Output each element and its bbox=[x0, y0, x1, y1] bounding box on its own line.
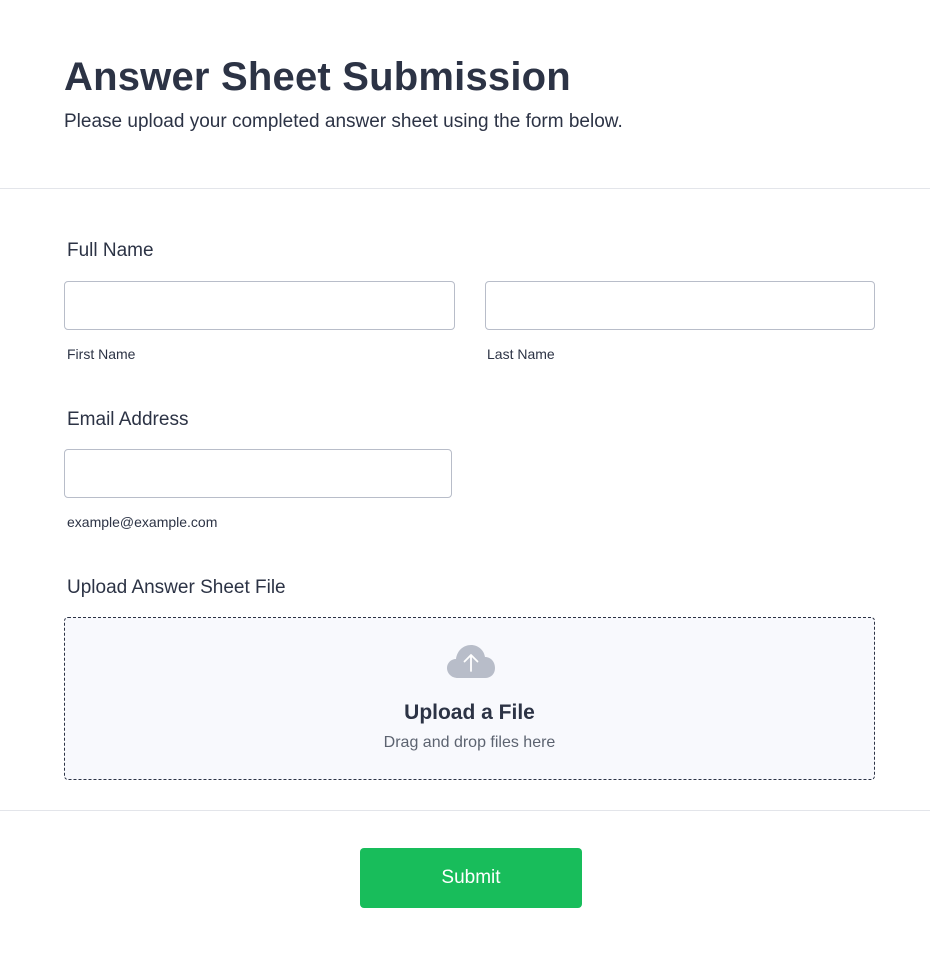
first-name-input[interactable] bbox=[64, 281, 455, 330]
answer-sheet-form: Answer Sheet Submission Please upload yo… bbox=[0, 0, 930, 957]
cloud-upload-icon bbox=[447, 645, 495, 678]
full-name-label: Full Name bbox=[67, 240, 154, 261]
submit-button[interactable]: Submit bbox=[360, 848, 582, 908]
last-name-input[interactable] bbox=[485, 281, 875, 330]
upload-hint: Drag and drop files here bbox=[383, 734, 556, 751]
page-title: Answer Sheet Submission bbox=[64, 55, 571, 99]
header-divider bbox=[0, 188, 930, 189]
last-name-sublabel: Last Name bbox=[487, 346, 555, 362]
first-name-sublabel: First Name bbox=[67, 346, 136, 362]
file-upload-dropzone[interactable]: Upload a File Drag and drop files here bbox=[64, 617, 875, 780]
upload-label: Upload Answer Sheet File bbox=[67, 577, 286, 598]
form-header: Answer Sheet Submission Please upload yo… bbox=[64, 52, 623, 134]
email-label: Email Address bbox=[67, 409, 189, 430]
upload-title: Upload a File bbox=[404, 701, 535, 724]
email-sublabel: example@example.com bbox=[67, 514, 218, 530]
email-input[interactable] bbox=[64, 449, 452, 498]
page-subtitle: Please upload your completed answer shee… bbox=[64, 111, 623, 132]
footer-divider bbox=[0, 810, 930, 811]
